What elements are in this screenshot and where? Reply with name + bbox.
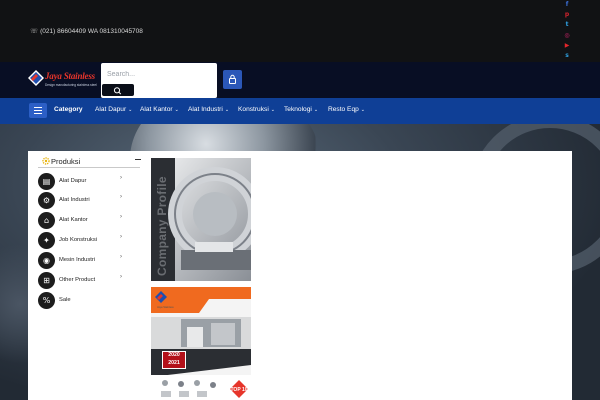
kitchen-icon: ▤ [38,173,55,190]
chevron-down-icon: ⌄ [270,107,275,113]
instagram-icon[interactable]: ◎ [561,32,573,39]
nav-item-category[interactable]: Category [54,106,83,113]
nav-item-konstruksi[interactable]: Konstruksi ⌄ [238,106,275,113]
company-profile-text: Company Profile [155,176,169,276]
chevron-down-icon: ⌄ [174,107,179,113]
sidebar-item-sale[interactable]: % Sale [38,292,128,309]
chevron-right-icon: › [120,234,122,240]
search-button[interactable] [102,84,134,96]
year-bottom: 2021 [168,359,180,366]
year-top: 2020 [168,352,180,358]
chevron-right-icon: › [120,175,122,181]
skype-icon[interactable]: s [561,52,573,59]
top-bar: ☏ (021) 86604409 WA 081310045708 f p t ◎ ▶ s [0,0,600,62]
logo-mark-icon [28,70,44,86]
nav-item-alat-dapur[interactable]: Alat Dapur ⌄ [95,106,132,113]
sidebar-item-label: Sale [59,297,71,303]
search-input[interactable] [107,68,207,80]
chevron-right-icon: › [120,214,122,220]
chevron-right-icon: › [120,254,122,260]
phone-icon: ☏ [30,28,39,35]
nav-item-resto-eqp[interactable]: Resto Eqp ⌄ [328,106,365,113]
sidebar-title: Produksi [51,157,81,166]
search-icon [113,87,122,95]
sidebar-collapse-button[interactable] [135,159,141,161]
nav-item-label: Teknologi [284,106,312,113]
sidebar-item-label: Other Product [59,277,96,283]
chevron-right-icon: › [120,194,122,200]
contact-text: (021) 86604409 WA 081310045708 [40,28,143,35]
sale-icon: % [38,292,55,309]
nav-item-label: Category [54,106,83,113]
sidebar-item-other-product[interactable]: ⊞ Other Product › [38,272,128,289]
sidebar-item-label: Alat Industri [59,197,90,203]
contact-info: ☏ (021) 86604409 WA 081310045708 [30,27,143,35]
lock-icon [229,74,236,84]
menu-line [34,110,42,112]
sidebar-item-alat-kantor[interactable]: ⌂ Alat Kantor › [38,212,128,229]
catalog-logo-tag: Jaya Stainless [157,306,174,309]
hamburger-menu-button[interactable] [29,103,47,118]
sidebar-item-alat-dapur[interactable]: ▤ Alat Dapur › [38,173,128,190]
sidebar-item-alat-industri[interactable]: ⚙ Alat Industri › [38,192,128,209]
youtube-icon[interactable]: ▶ [561,42,573,49]
nav-item-alat-kantor[interactable]: Alat Kantor ⌄ [140,106,179,113]
sidebar-item-job-konstruksi[interactable]: ✦ Job Konstruksi › [38,232,128,249]
top-ten-badge: TOP 10 [230,380,248,398]
top-ten-text: TOP 10 [230,387,247,393]
machine-icon: ◉ [38,252,55,269]
site-logo[interactable]: Jaya Stainless Design manufacturing stai… [28,69,97,91]
sidebar-item-mesin-industri[interactable]: ◉ Mesin Industri › [38,252,128,269]
catalog-year-badge: 2020 2021 [162,351,186,369]
logo-name: Jaya Stainless [45,71,95,81]
construction-icon: ✦ [38,232,55,249]
nav-item-label: Konstruksi [238,106,269,113]
sidebar-item-label: Job Konstruksi [59,237,98,243]
menu-line [34,107,42,109]
nav-item-label: Alat Dapur [95,106,127,113]
sidebar-divider [38,167,140,168]
chevron-down-icon: ⌄ [360,107,365,113]
office-icon: ⌂ [38,212,55,229]
chevron-down-icon: ⌄ [128,107,133,113]
sidebar-item-label: Alat Kantor [59,217,88,223]
pinterest-icon[interactable]: p [561,11,573,18]
industry-icon: ⚙ [38,192,55,209]
chevron-down-icon: ⌄ [313,107,319,113]
main-nav: Category Alat Dapur ⌄ Alat Kantor ⌄ Alat Indu… [0,98,600,124]
twitter-icon[interactable]: t [561,21,573,28]
sidebar-item-label: Mesin Industri [59,257,96,263]
company-profile-banner[interactable]: Company Profile [151,158,251,281]
nav-item-alat-industri[interactable]: Alat Industri ⌄ [188,106,229,113]
nav-item-teknologi[interactable]: Teknologi ⌄ [284,106,318,113]
site-header: Jaya Stainless Design manufacturing stai… [0,62,600,98]
logo-tagline: Design manufacturing stainless steel [45,83,97,87]
login-button[interactable] [223,70,242,89]
sidebar-item-label: Alat Dapur [59,178,87,184]
catalog-banner[interactable]: Jaya Stainless 2020 2021 TOP 10 [151,287,251,400]
chevron-right-icon: › [120,274,122,280]
facebook-icon[interactable]: f [561,1,573,8]
nav-item-label: Alat Kantor [140,106,173,113]
chevron-down-icon: ⌄ [224,107,230,113]
nav-item-label: Alat Industri [188,106,223,113]
menu-line [34,113,42,115]
nav-item-label: Resto Eqp [328,106,359,113]
cart-icon: ⊞ [38,272,55,289]
gear-icon [42,157,50,165]
